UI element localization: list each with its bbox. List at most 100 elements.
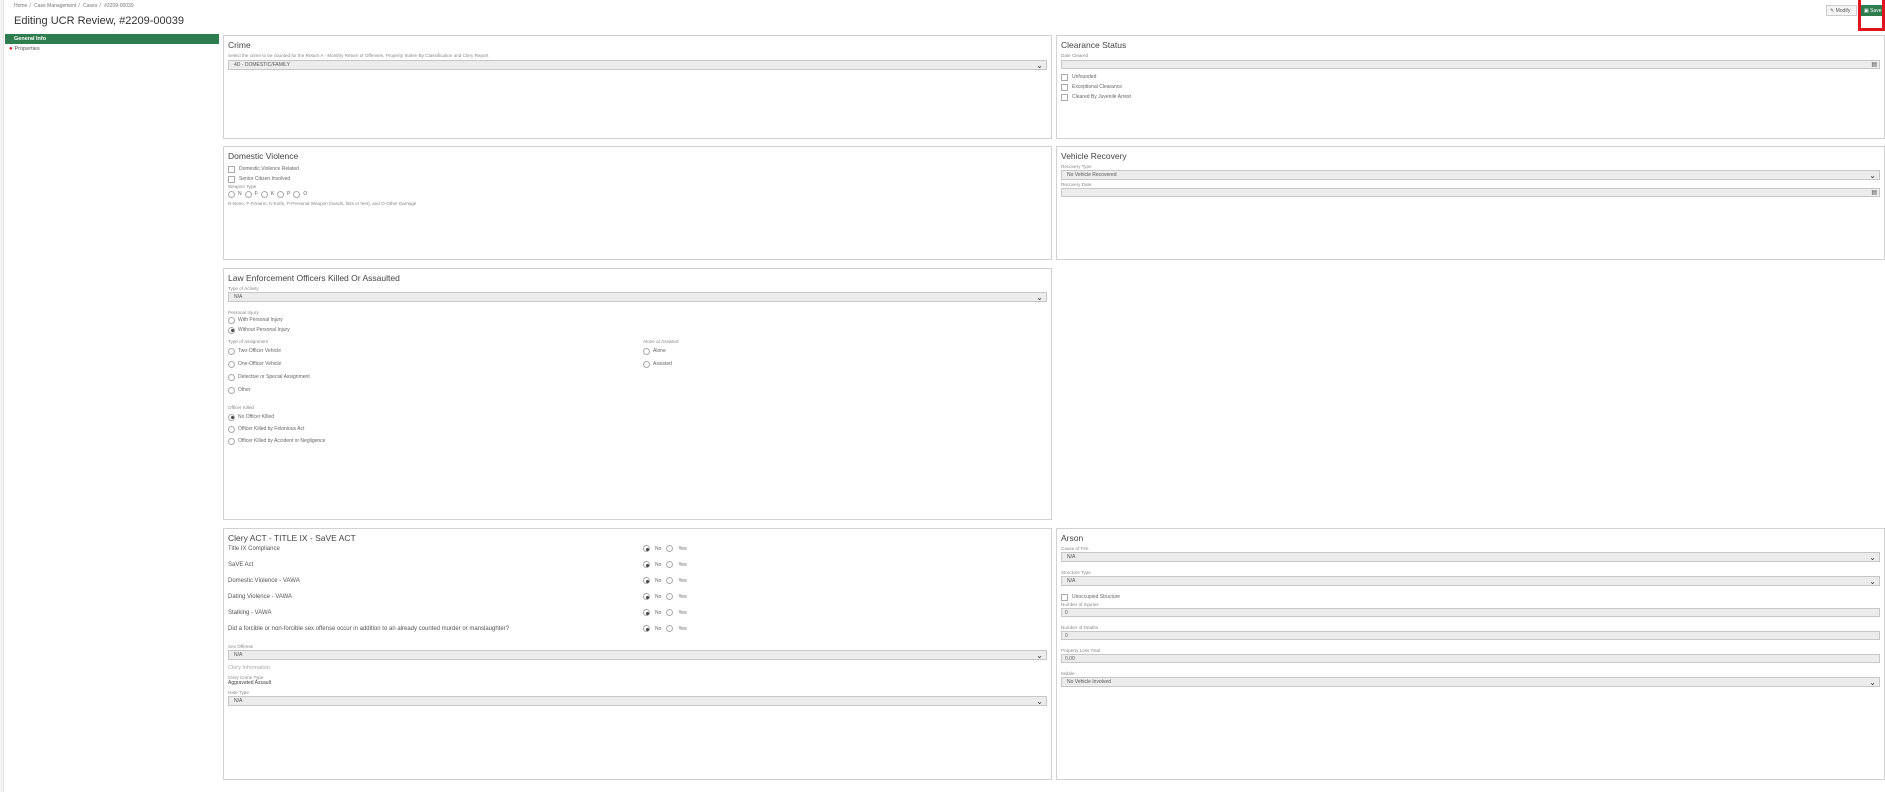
unfounded-checkbox[interactable]: Unfounded — [1061, 72, 1880, 82]
radio-circle[interactable] — [293, 190, 301, 198]
checkbox-label: Senior Citizen Involved — [239, 176, 291, 182]
radio-circle[interactable] — [228, 413, 235, 421]
calendar-icon[interactable]: ▤ — [1871, 61, 1877, 69]
recovery-type-label: Recovery Type — [1061, 164, 1092, 169]
assignment-detective-radio[interactable]: Detective or Special Assignment — [228, 372, 310, 382]
radio-circle[interactable] — [228, 425, 235, 433]
radio-circle[interactable] — [260, 190, 268, 198]
modify-button[interactable]: ✎ Modify — [1826, 5, 1857, 16]
no-radio[interactable] — [643, 545, 650, 552]
killed-felonious-radio[interactable]: Officer Killed by Felonious Act — [228, 424, 1047, 434]
breadcrumb-cases[interactable]: Cases — [83, 3, 97, 9]
exceptional-clearance-checkbox[interactable]: Exceptional Clearance — [1061, 82, 1880, 92]
radio-circle[interactable] — [244, 190, 252, 198]
radio-circle[interactable] — [277, 190, 285, 198]
yes-radio[interactable] — [666, 545, 674, 552]
radio-circle[interactable] — [228, 347, 235, 355]
hate-type-select[interactable]: N/A ⌄ — [228, 696, 1047, 706]
weapon-p-radio[interactable]: P — [277, 190, 290, 198]
recovery-date-input[interactable]: ▤ — [1061, 188, 1880, 197]
radio-circle[interactable] — [228, 437, 235, 445]
no-officer-killed-radio[interactable]: No Officer Killed — [228, 412, 1047, 422]
radio-circle[interactable] — [643, 347, 650, 355]
sex-offense-select[interactable]: N/A ⌄ — [228, 650, 1047, 660]
recovery-type-select[interactable]: No Vehicle Recovered ⌄ — [1061, 170, 1880, 180]
activity-label: Type of Activity — [228, 286, 259, 291]
radio-label: Other — [238, 387, 251, 393]
title-ix-radios: No Yes — [643, 545, 687, 552]
assisted-radio[interactable]: Assisted — [643, 359, 679, 369]
checkbox-label: Domestic Violence Related — [239, 166, 299, 172]
injuries-input[interactable]: 0 — [1061, 608, 1880, 617]
date-cleared-input[interactable]: ▤ — [1061, 60, 1880, 69]
checkbox-box[interactable] — [1061, 93, 1068, 101]
checkbox-box[interactable] — [228, 175, 235, 183]
juvenile-arrest-checkbox[interactable]: Cleared By Juvenile Arrest — [1061, 92, 1880, 102]
yes-radio[interactable] — [666, 593, 674, 600]
clearance-panel: Clearance Status Date Cleared ▤ Unfounde… — [1056, 35, 1885, 139]
radio-circle[interactable] — [228, 190, 235, 198]
crime-select[interactable]: 4D - DOMESTIC/FAMILY ⌄ — [228, 60, 1047, 70]
sidebar-item-general-info[interactable]: General Info — [5, 34, 219, 44]
checkbox-box[interactable] — [1061, 83, 1068, 91]
yes-radio[interactable] — [666, 625, 674, 632]
assignment-two-officer-radio[interactable]: Two-Officer Vehicle — [228, 346, 310, 356]
no-radio[interactable] — [643, 577, 650, 584]
no-radio[interactable] — [643, 593, 650, 600]
unoccupied-checkbox[interactable]: Unoccupied Structure — [1061, 592, 1880, 602]
radio-circle[interactable] — [228, 360, 235, 368]
no-radio[interactable] — [643, 609, 650, 616]
radio-circle[interactable] — [228, 316, 235, 324]
clery-question-label: Title IX Compliance — [228, 546, 280, 552]
arson-title: Arson — [1061, 533, 1084, 543]
weapon-o-radio[interactable]: O — [293, 190, 307, 198]
breadcrumb-sep: / — [78, 3, 80, 9]
assignment-one-officer-radio[interactable]: One-Officer Vehicle — [228, 359, 310, 369]
clery-question-label: Dating Violence - VAWA — [228, 594, 293, 600]
assignment-other-radio[interactable]: Other — [228, 385, 310, 395]
yes-radio[interactable] — [666, 577, 674, 584]
breadcrumb-home[interactable]: Home — [14, 3, 27, 9]
mobile-select[interactable]: No Vehicle Involved ⌄ — [1061, 677, 1880, 687]
recovery-type-value: No Vehicle Recovered — [1067, 172, 1117, 178]
killed-accident-radio[interactable]: Officer Killed by Accident or Negligence — [228, 436, 1047, 446]
injury-with-radio[interactable]: With Personal Injury — [228, 315, 1047, 325]
no-label: No — [655, 577, 662, 584]
alone-radio[interactable]: Alone — [643, 346, 679, 356]
checkbox-box[interactable] — [1061, 73, 1068, 81]
edit-icon: ✎ — [1830, 7, 1835, 14]
radio-circle[interactable] — [643, 360, 650, 368]
no-radio[interactable] — [643, 561, 650, 568]
chevron-down-icon: ⌄ — [1869, 171, 1876, 180]
radio-circle[interactable] — [228, 373, 235, 381]
checkbox-box[interactable] — [228, 165, 235, 173]
radio-label: No Officer Killed — [238, 414, 275, 420]
yes-radio[interactable] — [666, 609, 674, 616]
chevron-down-icon: ⌄ — [1869, 553, 1876, 562]
weapon-n-radio[interactable]: N — [228, 190, 242, 198]
radio-circle[interactable] — [228, 326, 235, 334]
no-radio[interactable] — [643, 625, 650, 632]
senior-citizen-checkbox[interactable]: Senior Citizen Involved — [228, 174, 1047, 184]
calendar-icon[interactable]: ▤ — [1871, 189, 1877, 197]
structure-select[interactable]: N/A ⌄ — [1061, 576, 1880, 586]
deaths-input[interactable]: 0 — [1061, 631, 1880, 640]
loss-input[interactable]: 0.00 — [1061, 654, 1880, 663]
radio-label: One-Officer Vehicle — [238, 361, 282, 367]
weapon-k-radio[interactable]: K — [260, 190, 274, 198]
radio-circle[interactable] — [228, 386, 235, 394]
chevron-down-icon: ⌄ — [1036, 293, 1043, 302]
breadcrumb-case-management[interactable]: Case Management — [34, 3, 76, 9]
checkbox-box[interactable] — [1061, 593, 1068, 601]
dv-related-checkbox[interactable]: Domestic Violence Related — [228, 164, 1047, 174]
loss-value: 0.00 — [1065, 655, 1075, 662]
weapon-f-radio[interactable]: F — [244, 190, 258, 198]
sidebar-item-properties[interactable]: ● Properties — [5, 44, 219, 54]
breadcrumb-sep: / — [29, 3, 31, 9]
injury-without-radio[interactable]: Without Personal Injury — [228, 325, 1047, 335]
clery-panel: Clery ACT - TITLE IX - SaVE ACT Title IX… — [223, 528, 1052, 780]
cause-select[interactable]: N/A ⌄ — [1061, 552, 1880, 562]
yes-radio[interactable] — [666, 561, 674, 568]
radio-label: Two-Officer Vehicle — [238, 348, 281, 354]
activity-select[interactable]: N/A ⌄ — [228, 292, 1047, 302]
